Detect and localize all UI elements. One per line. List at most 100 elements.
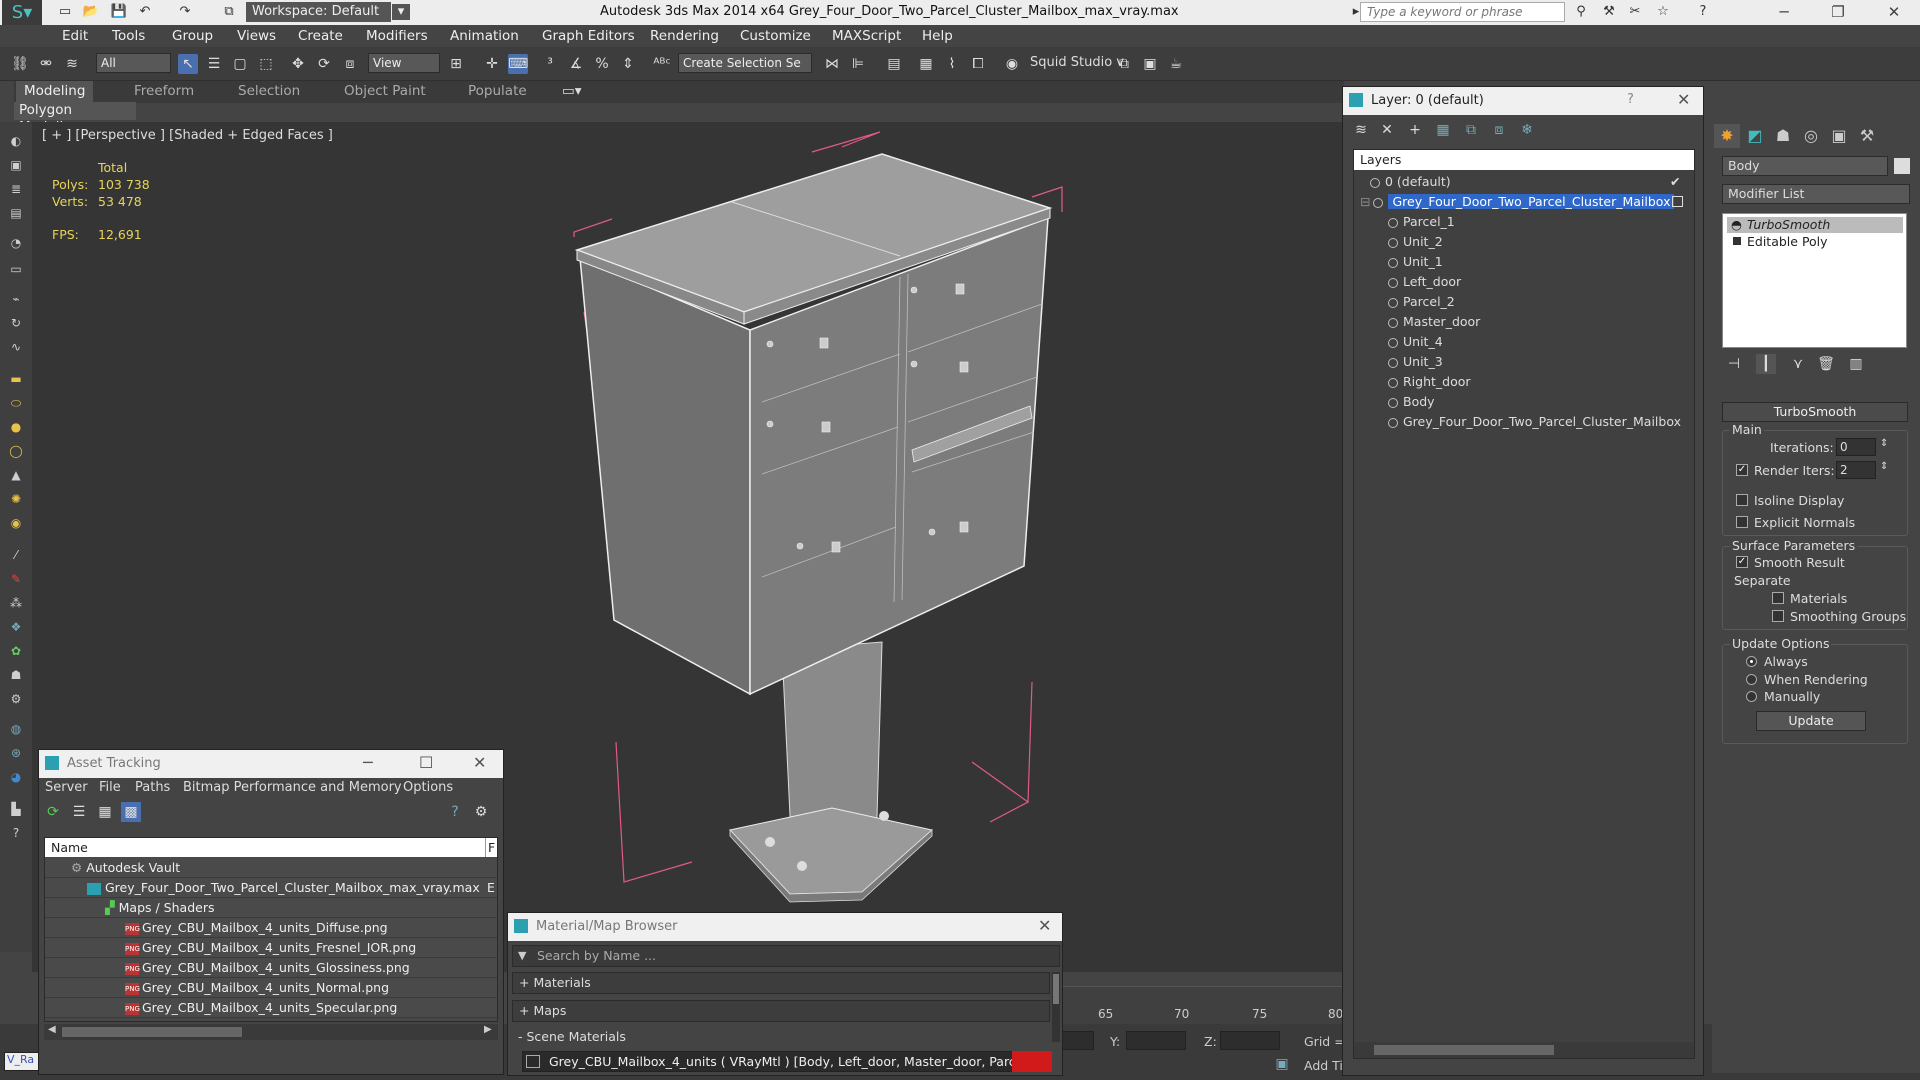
update-manually-radio[interactable] — [1746, 691, 1757, 702]
menu-graph-editors[interactable]: Graph Editors — [542, 28, 635, 44]
scrollbar-thumb[interactable] — [1374, 1045, 1554, 1055]
move-icon[interactable]: ✥ — [288, 54, 308, 74]
spinner-arrows-icon[interactable]: ⇕ — [1880, 438, 1888, 449]
tab-modeling[interactable]: Modeling — [16, 81, 94, 103]
asset-list[interactable]: Name F ⚙ Autodesk Vault Grey_Four_Door_Tw… — [44, 837, 498, 1022]
layer-tree[interactable]: Layers 0 (default) ✔ ⊟ Grey_Four_Door_Two_… — [1353, 149, 1695, 1059]
menu-views[interactable]: Views — [237, 28, 276, 44]
cylinder-primitive-icon[interactable]: ⬭ — [5, 396, 27, 414]
show-end-result-icon[interactable]: ┃ — [1756, 354, 1776, 374]
shape-line-icon[interactable]: ⌁ — [5, 292, 27, 310]
materials-group-header[interactable]: + Materials — [512, 972, 1050, 994]
material-browser-close-icon[interactable]: ✕ — [1038, 916, 1051, 935]
timeline-ruler[interactable]: 65 70 75 80 — [1060, 986, 1343, 1024]
scene-materials-group-header[interactable]: - Scene Materials — [512, 1027, 1050, 1049]
layer-object-row[interactable]: Master_door — [1354, 312, 1684, 331]
render-iters-spinner[interactable]: 2 — [1836, 461, 1876, 479]
left-help-icon[interactable]: ? — [5, 826, 27, 844]
light-bulb-icon[interactable]: ◓ — [1731, 217, 1742, 232]
polygon-modeling-panel[interactable]: Polygon Modeling — [14, 102, 136, 135]
expand-icon[interactable] — [1733, 237, 1741, 245]
light-icon[interactable]: ✺ — [5, 492, 27, 510]
asset-horizontal-scrollbar[interactable]: ◀ ▶ — [44, 1024, 498, 1040]
asset-settings-icon[interactable]: ⚙ — [471, 802, 491, 822]
hierarchy-tab-icon[interactable]: ☗ — [1770, 124, 1796, 148]
asset-menu-server[interactable]: Server — [45, 780, 88, 795]
percent-snap-icon[interactable]: % — [592, 54, 612, 74]
asset-row[interactable]: PNG Grey_CBU_Mailbox_4_units_Fresnel_IOR.… — [45, 938, 497, 958]
particle-icon[interactable]: ⁂ — [5, 596, 27, 614]
update-when-rendering-radio[interactable] — [1746, 674, 1757, 685]
asset-menu-options[interactable]: Options — [403, 780, 453, 795]
menu-edit[interactable]: Edit — [62, 28, 88, 44]
hide-all-layers-icon[interactable]: ⧈ — [1489, 120, 1509, 140]
layer-object-row[interactable]: Body — [1354, 392, 1684, 411]
modify-icon[interactable]: ▣ — [5, 158, 27, 176]
scale-icon[interactable]: ⧈ — [340, 54, 360, 74]
separate-materials-checkbox[interactable] — [1772, 592, 1784, 604]
configure-sets-icon[interactable]: ▥ — [1846, 354, 1866, 374]
schematic-view-icon[interactable]: ⧠ — [968, 54, 988, 74]
redo-icon[interactable]: ↷ — [176, 4, 194, 20]
menu-tools[interactable]: Tools — [112, 28, 145, 44]
keyboard-shortcut-toggle-icon[interactable]: ⌨ — [508, 54, 528, 74]
layer-help-icon[interactable]: ? — [1627, 92, 1634, 107]
snaps-toggle-icon[interactable]: ³ — [540, 54, 560, 74]
material-vertical-scrollbar[interactable] — [1052, 972, 1060, 1042]
scroll-left-icon[interactable]: ◀ — [48, 1024, 56, 1035]
menu-rendering[interactable]: Rendering — [650, 28, 719, 44]
stack-item-editable-poly[interactable]: Editable Poly — [1727, 234, 1903, 250]
unlink-icon[interactable]: ⚮ — [36, 54, 56, 74]
list-view-icon[interactable]: ☰ — [69, 802, 89, 822]
utilities-tab-icon[interactable]: ⚒ — [1854, 124, 1880, 148]
subscription-icon[interactable]: ⚒ — [1600, 4, 1618, 20]
network-icon[interactable]: ◕ — [5, 770, 27, 788]
layer-object-row[interactable]: Left_door — [1354, 272, 1684, 291]
geosphere-icon[interactable]: ◉ — [5, 516, 27, 534]
spinner-snap-icon[interactable]: ⇕ — [618, 54, 638, 74]
display-tab-icon[interactable]: ▣ — [1826, 124, 1852, 148]
select-objects-in-layer-icon[interactable]: ▦ — [1433, 120, 1453, 140]
asset-tracking-titlebar[interactable]: Asset Tracking ─ ☐ ✕ — [39, 750, 503, 778]
layer-row-selected[interactable]: ⊟ Grey_Four_Door_Two_Parcel_Cluster_Mailb… — [1354, 192, 1684, 211]
asset-row[interactable]: PNG Grey_CBU_Mailbox_4_units_Glossiness.p… — [45, 958, 497, 978]
select-object-icon[interactable]: ↖ — [178, 54, 198, 74]
menu-group[interactable]: Group — [172, 28, 213, 44]
workspace-dropdown-arrow-icon[interactable]: ▾ — [392, 4, 410, 20]
minimize-icon[interactable]: ─ — [1766, 2, 1802, 22]
pin-stack-icon[interactable]: ⊣ — [1724, 354, 1744, 374]
material-editor-icon[interactable]: ◉ — [1002, 54, 1022, 74]
object-name-field[interactable]: Body — [1722, 156, 1888, 176]
layer-object-row[interactable]: Parcel_2 — [1354, 292, 1684, 311]
favorites-star-icon[interactable]: ☆ — [1654, 4, 1672, 20]
layers-column-header[interactable]: Layers — [1354, 150, 1694, 170]
rectangular-selection-icon[interactable]: ▢ — [230, 54, 250, 74]
sphere-primitive-icon[interactable]: ● — [5, 420, 27, 438]
menu-create[interactable]: Create — [298, 28, 343, 44]
asset-minimize-icon[interactable]: ─ — [363, 753, 373, 772]
maps-group-header[interactable]: + Maps — [512, 1000, 1050, 1022]
add-to-layer-icon[interactable]: + — [1405, 120, 1425, 140]
graphite-toggle-icon[interactable]: ▦ — [916, 54, 936, 74]
selection-filter-dropdown[interactable]: All — [96, 53, 171, 73]
help-icon[interactable]: ? — [1694, 4, 1712, 20]
xref-icon[interactable]: ⚙ — [5, 692, 27, 710]
highlight-layer-icon[interactable]: ⧉ — [1461, 120, 1481, 140]
layer-row[interactable]: 0 (default) ✔ — [1354, 172, 1684, 191]
iterations-spinner[interactable]: 0 — [1836, 438, 1876, 456]
asset-row[interactable]: ▞ Maps / Shaders — [45, 898, 497, 918]
spline-icon[interactable]: ∿ — [5, 340, 27, 358]
box-primitive-icon[interactable]: ▬ — [5, 372, 27, 390]
pivot-center-icon[interactable]: ⊞ — [446, 54, 466, 74]
angle-snap-icon[interactable]: ∡ — [566, 54, 586, 74]
make-unique-icon[interactable]: ⋎ — [1788, 354, 1808, 374]
z-coordinate-field[interactable] — [1220, 1031, 1280, 1050]
menu-modifiers[interactable]: Modifiers — [366, 28, 428, 44]
turbosmooth-rollout-header[interactable]: TurboSmooth — [1722, 402, 1908, 422]
grid-view-icon[interactable]: ▩ — [121, 802, 141, 822]
modify-tab-icon[interactable]: ◩ — [1742, 124, 1768, 148]
asset-row[interactable]: PNG Grey_CBU_Mailbox_4_units_Normal.png — [45, 978, 497, 998]
link-icon[interactable]: ⛓ — [10, 54, 30, 74]
render-teapot-icon[interactable]: ☕ — [1166, 54, 1186, 74]
y-coordinate-field[interactable] — [1126, 1031, 1186, 1050]
